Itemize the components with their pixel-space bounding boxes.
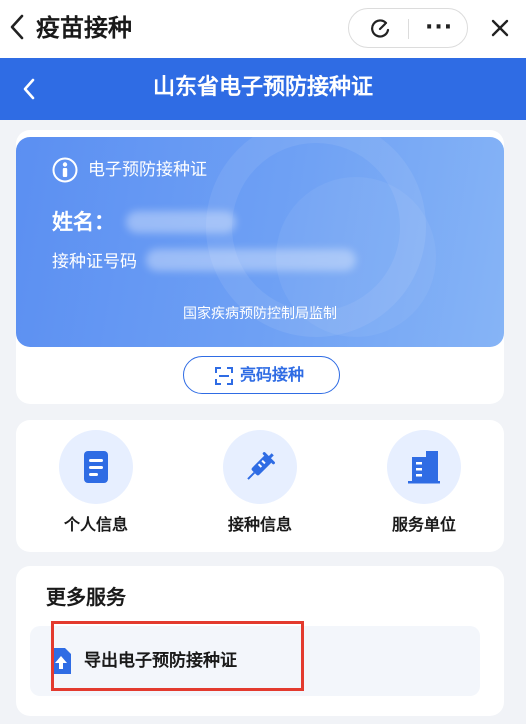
page-title: 疫苗接种	[36, 14, 132, 42]
capsule-divider	[408, 19, 409, 39]
refresh-icon[interactable]	[369, 18, 391, 40]
building-icon	[408, 451, 440, 484]
syringe-icon	[247, 452, 275, 480]
vaccination-info-label: 接种信息	[227, 515, 292, 534]
vaccination-info-item[interactable]: 接种信息	[200, 430, 320, 542]
cdc-logo-icon	[52, 157, 78, 183]
certificate-number-label: 接种证号码	[52, 252, 137, 272]
service-unit-label: 服务单位	[391, 515, 456, 534]
service-unit-item[interactable]: 服务单位	[364, 430, 484, 542]
personal-info-item[interactable]: 个人信息	[36, 430, 156, 542]
quick-services-panel: 个人信息 接种信息 服务单位	[16, 420, 504, 552]
header-title: 山东省电子预防接种证	[152, 75, 373, 100]
more-menu-button[interactable]: ···	[425, 15, 453, 40]
vaccination-info-icon-bg	[223, 430, 297, 504]
personal-info-icon-bg	[59, 430, 133, 504]
service-unit-icon-bg	[387, 430, 461, 504]
issuer-text: 国家疾病预防控制局监制	[183, 306, 337, 322]
more-services-section: 更多服务 导出电子预防接种证	[16, 566, 504, 716]
export-icon	[51, 648, 71, 674]
close-button[interactable]	[478, 8, 522, 48]
personal-info-label: 个人信息	[63, 515, 128, 534]
certificate-title: 电子预防接种证	[88, 160, 207, 180]
export-certificate-label: 导出电子预防接种证	[84, 651, 237, 671]
chevron-left-icon	[10, 14, 24, 40]
export-certificate-item[interactable]: 导出电子预防接种证	[30, 626, 480, 696]
back-button[interactable]	[6, 12, 30, 42]
mini-program-capsule: ···	[348, 8, 468, 48]
show-code-button[interactable]: 亮码接种	[183, 356, 340, 394]
more-services-title: 更多服务	[46, 585, 126, 609]
certificate-card[interactable]: 电子预防接种证 姓名： 接种证号码 国家疾病预防控制局监制	[16, 137, 504, 347]
name-label: 姓名：	[52, 210, 115, 234]
document-icon	[84, 451, 108, 483]
show-code-label: 亮码接种	[240, 365, 305, 384]
redacted-name	[126, 211, 236, 233]
page-header: 山东省电子预防接种证	[0, 58, 526, 120]
top-nav-bar: 疫苗接种 ···	[0, 0, 526, 58]
scan-icon	[215, 367, 233, 385]
close-icon	[491, 19, 509, 37]
redacted-certificate-number	[146, 249, 356, 271]
